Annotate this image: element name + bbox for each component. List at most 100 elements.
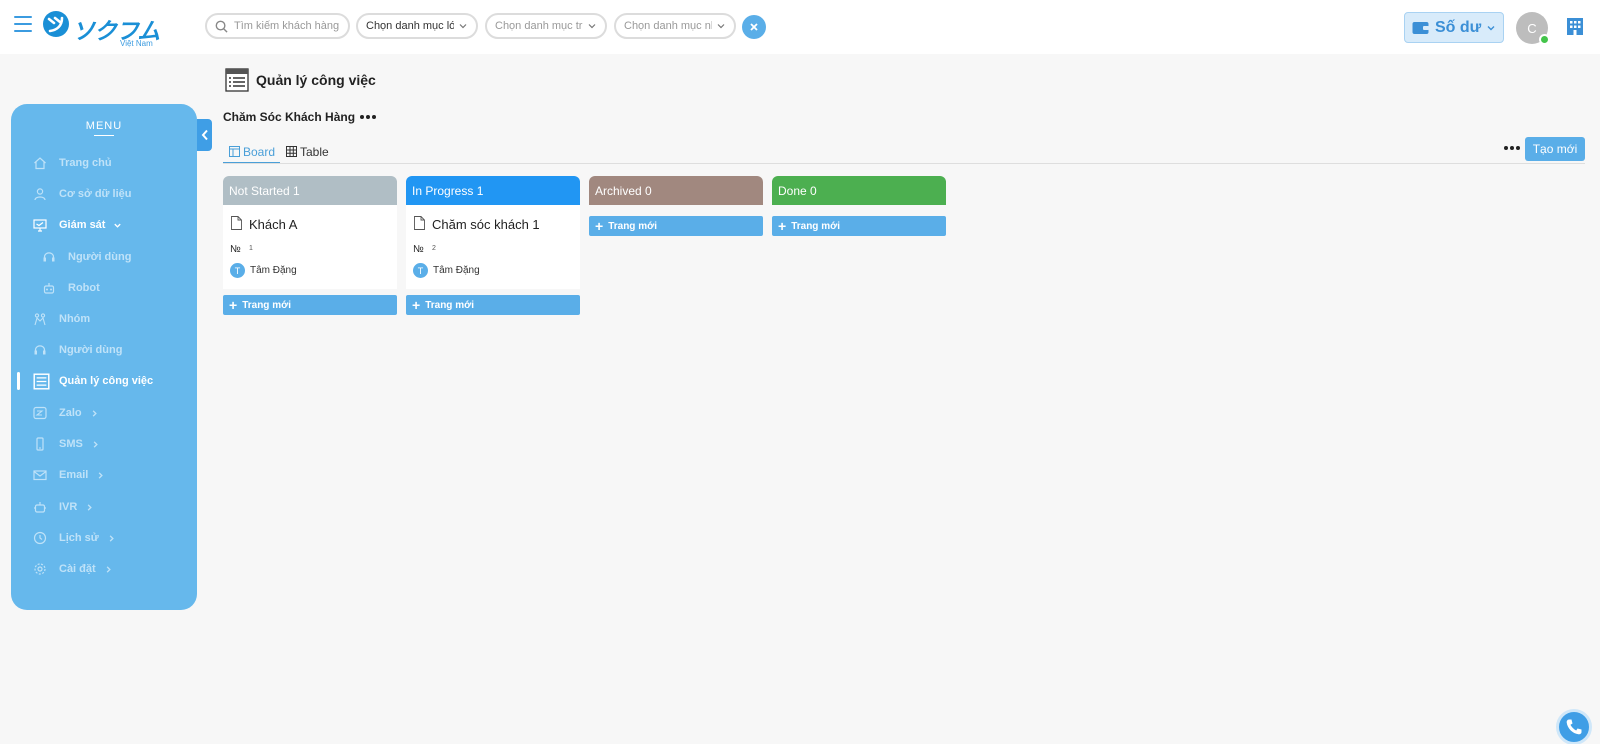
task-list-icon: [225, 68, 249, 92]
sidebar: MENU Trang chủ Cơ sở dữ liệu Giám sát Ng…: [11, 104, 197, 610]
column-header[interactable]: Not Started 1: [223, 176, 397, 205]
clear-filters-button[interactable]: [742, 15, 766, 39]
sidebar-item-monitoring[interactable]: Giám sát: [11, 212, 197, 238]
gear-icon: [34, 563, 46, 575]
assignee-avatar: T: [230, 263, 245, 278]
sidebar-item-settings[interactable]: Cài đặt: [11, 556, 197, 582]
card-title: Chăm sóc khách 1: [432, 217, 540, 232]
ivr-icon: [34, 502, 46, 513]
online-status-dot: [1539, 34, 1550, 45]
new-page-button[interactable]: + Trang mới: [406, 295, 580, 315]
mail-icon: [33, 470, 47, 481]
zalo-icon: [33, 406, 47, 420]
page-header: Quản lý công việc: [225, 68, 376, 92]
menu-title-underline: [94, 135, 114, 136]
sidebar-item-label: Người dùng: [68, 251, 132, 263]
sidebar-subitem-robot[interactable]: Robot: [11, 275, 197, 301]
chevron-right-icon: [93, 440, 98, 448]
card-number: 2: [432, 245, 436, 252]
chevron-right-icon: [92, 409, 97, 417]
sidebar-item-zalo[interactable]: Zalo: [11, 400, 197, 426]
customer-search[interactable]: Tìm kiếm khách hàng: [205, 13, 350, 39]
sidebar-item-history[interactable]: Lịch sử: [11, 525, 197, 551]
chevron-right-icon: [88, 503, 93, 511]
card-number: 1: [249, 245, 253, 252]
sidebar-item-task-management[interactable]: Quản lý công việc: [11, 368, 197, 394]
chevron-down-icon: [717, 24, 725, 29]
logo-mark-icon: [43, 11, 69, 37]
board-more-button[interactable]: [1504, 143, 1520, 153]
column-header[interactable]: Archived 0: [589, 176, 763, 205]
sidebar-item-label: Zalo: [59, 407, 82, 419]
new-page-label: Trang mới: [791, 220, 840, 232]
assignee-name: Tâm Đặng: [250, 265, 297, 276]
home-icon: [34, 157, 46, 170]
create-new-button[interactable]: Tạo mới: [1525, 137, 1585, 161]
board-column-archived: Archived 0 + Trang mới: [589, 176, 763, 236]
logo-subtitle: Việt Nam: [120, 39, 153, 48]
building-icon[interactable]: [1565, 16, 1585, 36]
balance-button[interactable]: Số dư: [1404, 12, 1504, 43]
tab-table[interactable]: Table: [286, 139, 329, 164]
headset-icon: [34, 345, 46, 355]
workspace-title: Chăm Sóc Khách Hàng: [223, 110, 356, 124]
card-number-label: №: [230, 244, 241, 255]
sidebar-item-sms[interactable]: SMS: [11, 431, 197, 457]
menu-title: MENU: [85, 120, 123, 132]
plus-icon: +: [595, 218, 604, 234]
search-icon: [215, 20, 228, 33]
large-category-select[interactable]: Chọn danh mục lớn: [356, 13, 478, 39]
small-category-select[interactable]: Chọn danh mục nhỏ: [614, 13, 736, 39]
new-page-button[interactable]: + Trang mới: [589, 216, 763, 236]
chevron-right-icon: [109, 534, 114, 542]
sidebar-item-users[interactable]: Người dùng: [11, 337, 197, 363]
small-category-value: Chọn danh mục nhỏ: [624, 20, 712, 32]
sidebar-item-email[interactable]: Email: [11, 462, 197, 488]
assignee-name: Tâm Đặng: [433, 265, 480, 276]
chevron-down-icon: [459, 24, 467, 29]
user-icon: [34, 188, 46, 201]
sidebar-item-label: Robot: [68, 282, 100, 294]
sidebar-item-database[interactable]: Cơ sở dữ liệu: [11, 181, 197, 207]
phone-icon: [36, 437, 44, 451]
assignee-avatar: T: [413, 263, 428, 278]
search-input[interactable]: Tìm kiếm khách hàng: [234, 20, 340, 32]
sidebar-subitem-users[interactable]: Người dùng: [11, 244, 197, 270]
sidebar-item-label: Cơ sở dữ liệu: [59, 188, 132, 200]
clock-icon: [33, 531, 47, 545]
top-header: ソクフム Việt Nam Tìm kiếm khách hàng Chọn d…: [0, 0, 1600, 54]
task-card[interactable]: Chăm sóc khách 1 № 2 T Tâm Đặng: [406, 205, 580, 289]
hamburger-menu-icon[interactable]: [14, 16, 32, 32]
phone-call-icon: [1566, 719, 1582, 735]
workspace-more-button[interactable]: [360, 110, 376, 124]
chevron-down-icon: [114, 223, 122, 228]
balance-label: Số dư: [1435, 18, 1482, 36]
medium-category-select[interactable]: Chọn danh mục trung: [485, 13, 607, 39]
sidebar-item-label: Người dùng: [59, 344, 123, 356]
company-logo[interactable]: ソクフム Việt Nam: [42, 10, 160, 50]
tabs-divider: [223, 163, 1585, 164]
new-page-button[interactable]: + Trang mới: [772, 216, 946, 236]
document-icon: [231, 216, 242, 230]
new-page-label: Trang mới: [242, 299, 291, 311]
sidebar-item-label: Email: [59, 469, 89, 481]
tab-board[interactable]: Board: [229, 139, 275, 164]
sidebar-item-group[interactable]: Nhóm: [11, 306, 197, 332]
sidebar-item-home[interactable]: Trang chủ: [11, 150, 197, 176]
board-icon: [229, 146, 240, 157]
document-icon: [414, 216, 425, 230]
new-page-label: Trang mới: [425, 299, 474, 311]
column-header[interactable]: Done 0: [772, 176, 946, 205]
call-button[interactable]: [1556, 709, 1592, 744]
medium-category-value: Chọn danh mục trung: [495, 20, 583, 32]
new-page-button[interactable]: + Trang mới: [223, 295, 397, 315]
board-column-not-started: Not Started 1 Khách A № 1 T Tâm Đặng + Tr…: [223, 176, 397, 315]
monitor-icon: [33, 219, 47, 232]
headset-icon: [43, 252, 55, 262]
sidebar-item-ivr[interactable]: IVR: [11, 494, 197, 520]
sidebar-collapse-button[interactable]: [197, 119, 212, 151]
sidebar-item-label: Cài đặt: [59, 563, 96, 575]
column-header[interactable]: In Progress 1: [406, 176, 580, 205]
user-avatar[interactable]: C: [1516, 12, 1550, 45]
task-card[interactable]: Khách A № 1 T Tâm Đặng: [223, 205, 397, 289]
